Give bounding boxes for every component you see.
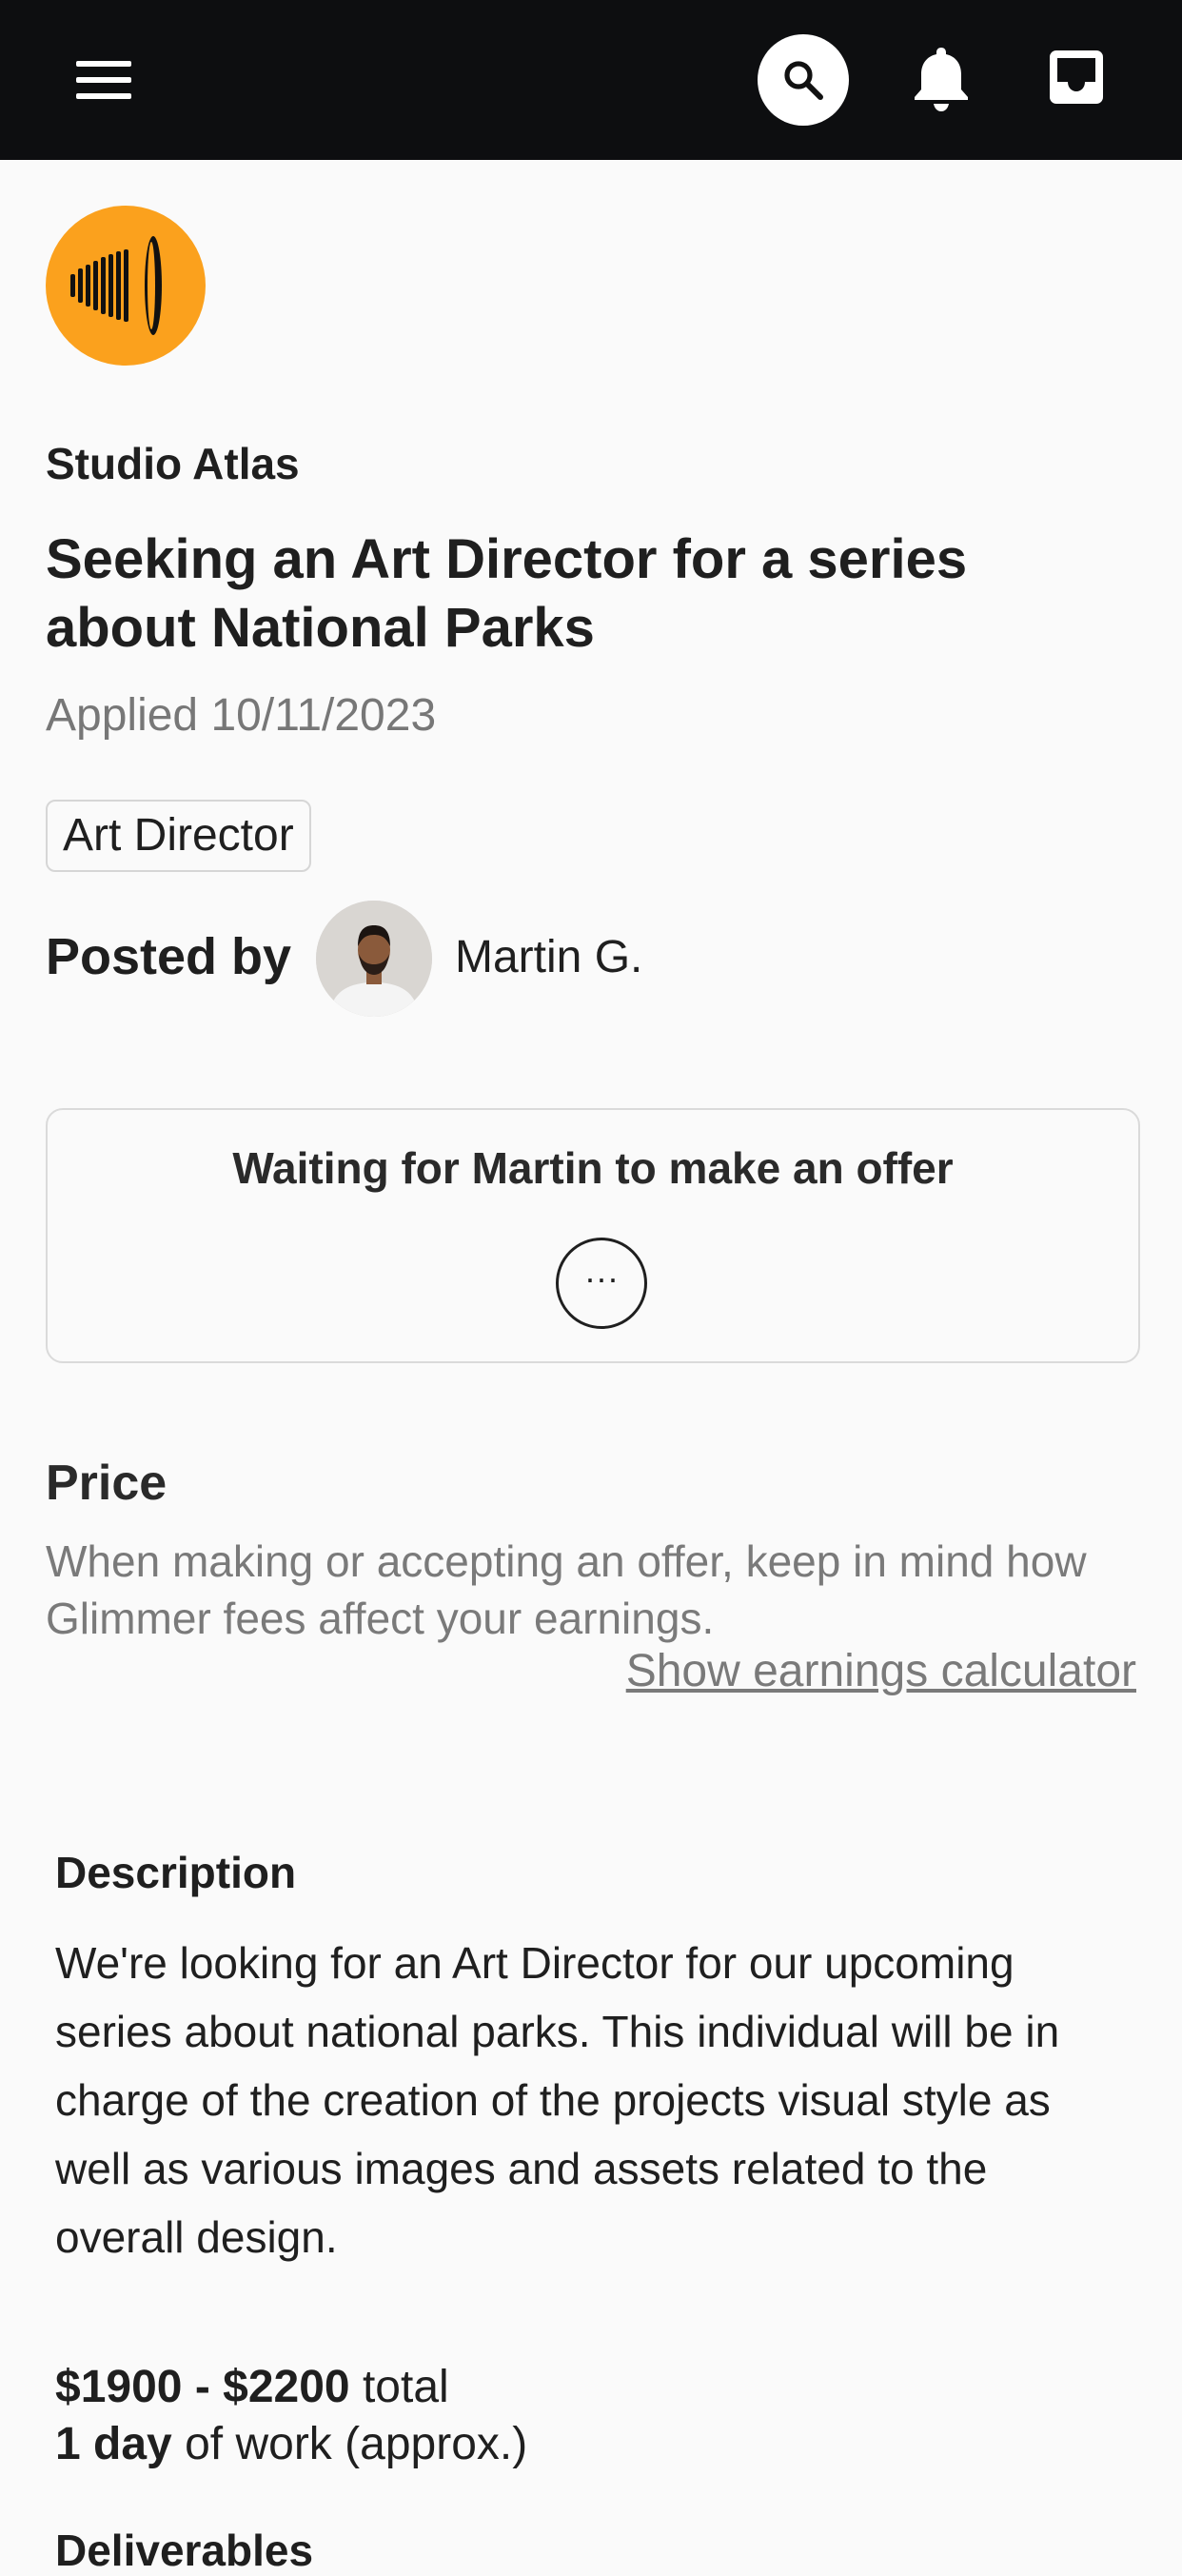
search-button[interactable] <box>758 34 849 126</box>
bell-icon <box>915 48 968 111</box>
posted-by-label: Posted by <box>46 928 292 985</box>
job-title: Seeking an Art Director for a series abo… <box>46 528 968 659</box>
duration-value: 1 day <box>55 2419 172 2469</box>
offer-status-card: Waiting for Martin to make an offer ··· <box>46 1108 1140 1363</box>
top-app-bar <box>0 0 1182 160</box>
applied-date: Applied 10/11/2023 <box>46 690 437 741</box>
role-tag: Art Director <box>46 800 311 872</box>
earnings-calculator-link[interactable]: Show earnings calculator <box>626 1645 1136 1697</box>
notifications-button[interactable] <box>910 44 973 114</box>
hamburger-menu-icon[interactable] <box>76 61 131 99</box>
company-logo <box>46 206 206 366</box>
budget-line: $1900 - $2200 total <box>55 2361 449 2413</box>
offer-status-text: Waiting for Martin to make an offer <box>232 1143 954 1193</box>
budget-value: $1900 - $2200 <box>55 2362 350 2412</box>
duration-suffix: of work (approx.) <box>171 2419 528 2469</box>
more-options-button[interactable]: ··· <box>556 1238 647 1329</box>
company-name: Studio Atlas <box>46 439 300 488</box>
budget-suffix: total <box>349 2362 449 2412</box>
price-heading: Price <box>46 1456 167 1511</box>
search-icon <box>784 61 823 100</box>
poster-name[interactable]: Martin G. <box>455 931 642 983</box>
duration-line: 1 day of work (approx.) <box>55 2418 527 2470</box>
description-heading: Description <box>55 1848 297 1897</box>
poster-avatar[interactable] <box>316 901 432 1017</box>
price-note: When making or accepting an offer, keep … <box>46 1536 1087 1643</box>
inbox-button[interactable] <box>1047 48 1106 107</box>
description-body: We're looking for an Art Director for ou… <box>55 1938 1060 2262</box>
inbox-icon <box>1050 50 1103 104</box>
deliverables-heading: Deliverables <box>55 2526 314 2575</box>
